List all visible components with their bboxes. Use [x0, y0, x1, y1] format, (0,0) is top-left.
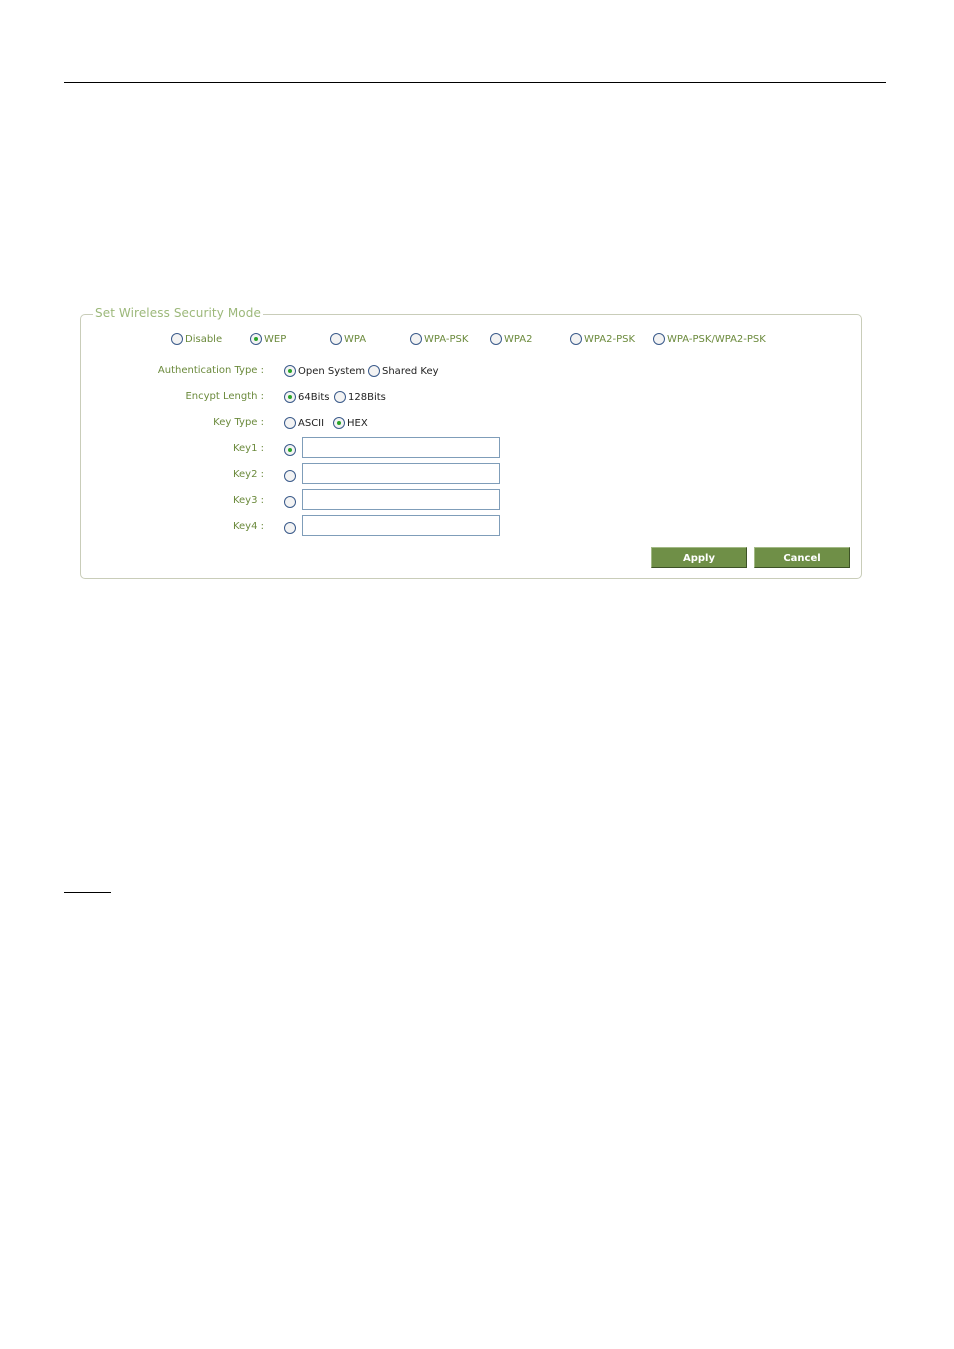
radio-wpa-psk-wpa2-psk[interactable] — [653, 333, 665, 345]
auth-type-label: Authentication Type : — [157, 365, 264, 376]
header-rule — [64, 82, 886, 83]
radio-ascii[interactable] — [284, 417, 296, 429]
key-type-label: Key Type : — [213, 417, 264, 428]
mode-wpa[interactable]: WPA — [330, 333, 366, 345]
radio-hex[interactable] — [333, 417, 345, 429]
length-64bits[interactable]: 64Bits — [284, 391, 330, 403]
auth-shared-key[interactable]: Shared Key — [368, 365, 439, 377]
radio-shared-key[interactable] — [368, 365, 380, 377]
mode-wpa-psk[interactable]: WPA-PSK — [410, 333, 468, 345]
key2-input[interactable] — [302, 463, 500, 484]
radio-wpa-psk[interactable] — [410, 333, 422, 345]
auth-open-system[interactable]: Open System — [284, 365, 365, 377]
encrypt-length-label: Encypt Length : — [185, 391, 264, 402]
mode-wep[interactable]: WEP — [250, 333, 286, 345]
radio-wpa2[interactable] — [490, 333, 502, 345]
radio-64bits[interactable] — [284, 391, 296, 403]
mode-wpa2[interactable]: WPA2 — [490, 333, 532, 345]
length-128bits[interactable]: 128Bits — [334, 391, 386, 403]
mode-disable[interactable]: Disable — [171, 333, 222, 345]
note-underline — [64, 892, 111, 893]
radio-disable[interactable] — [171, 333, 183, 345]
apply-button[interactable]: Apply — [651, 547, 747, 568]
radio-wpa[interactable] — [330, 333, 342, 345]
key4-input[interactable] — [302, 515, 500, 536]
mode-wpa-psk-wpa2-psk[interactable]: WPA-PSK/WPA2-PSK — [653, 333, 766, 345]
key3-input[interactable] — [302, 489, 500, 510]
radio-128bits[interactable] — [334, 391, 346, 403]
mode-wpa2-psk[interactable]: WPA2-PSK — [570, 333, 635, 345]
radio-wpa2-psk[interactable] — [570, 333, 582, 345]
key1-label: Key1 : — [232, 443, 264, 454]
cancel-button[interactable]: Cancel — [754, 547, 850, 568]
key1-input[interactable] — [302, 437, 500, 458]
radio-key2[interactable] — [284, 470, 296, 482]
keytype-ascii[interactable]: ASCII — [284, 417, 324, 429]
fieldset-legend: Set Wireless Security Mode — [93, 306, 263, 320]
radio-key4[interactable] — [284, 522, 296, 534]
key2-label: Key2 : — [232, 469, 264, 480]
radio-key3[interactable] — [284, 496, 296, 508]
keytype-hex[interactable]: HEX — [333, 417, 368, 429]
radio-wep[interactable] — [250, 333, 262, 345]
radio-open-system[interactable] — [284, 365, 296, 377]
key3-label: Key3 : — [232, 495, 264, 506]
radio-key1[interactable] — [284, 444, 296, 456]
key4-label: Key4 : — [232, 521, 264, 532]
